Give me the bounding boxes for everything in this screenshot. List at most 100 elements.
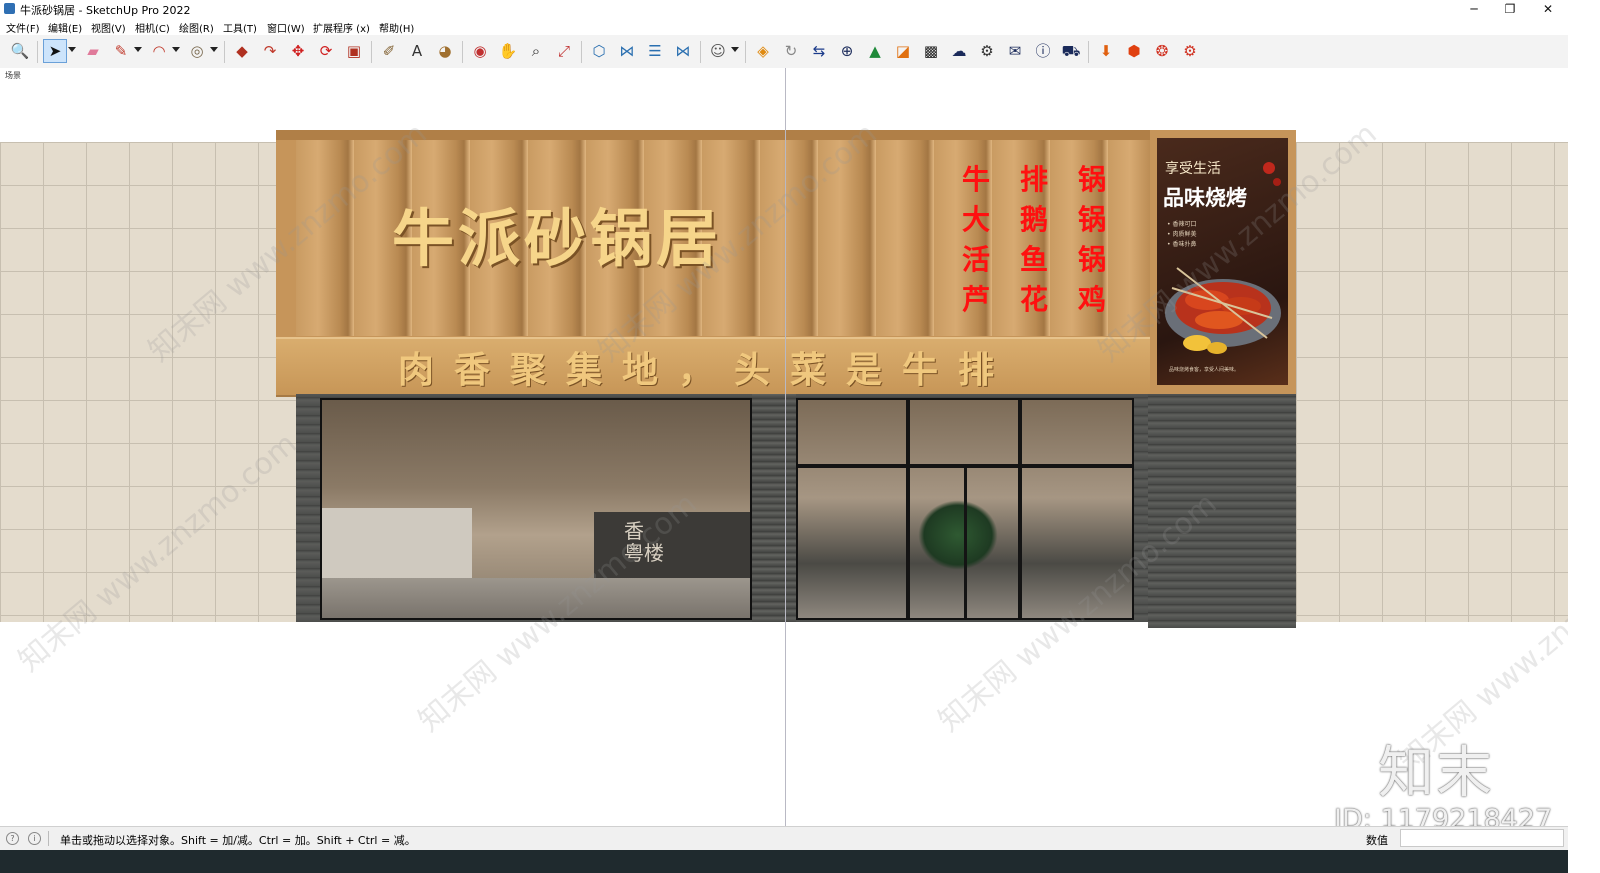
slogan-text: 肉香聚集地，头菜是牛排 — [398, 349, 1015, 391]
poster-bullet: • 香味扑鼻 — [1167, 241, 1197, 248]
door-mullion — [1018, 400, 1022, 618]
restaurant-name-sign: 牛派砂锅居 — [392, 202, 723, 275]
status-bar: ? i 单击或拖动以选择对象。Shift = 加/减。Ctrl = 加。Shif… — [0, 826, 1568, 851]
minimize-button[interactable]: ─ — [1458, 0, 1490, 18]
measurements-label: 数值 — [1366, 834, 1388, 847]
rotate-icon[interactable]: ⟳ — [314, 39, 338, 63]
bbq-poster: 享受生活 品味烧烤 • 香辣可口 • 肉质鲜美 • 香味扑鼻 品味烧烤食客，享受… — [1157, 138, 1288, 385]
model-id-watermark: ID: 1179218427 — [1334, 804, 1553, 826]
status-hint: 单击或拖动以选择对象。Shift = 加/减。Ctrl = 加。Shift + … — [60, 834, 416, 847]
3d-warehouse-icon[interactable]: ⬡ — [587, 39, 611, 63]
pan-icon[interactable]: ✋ — [496, 39, 520, 63]
interior-floor — [322, 578, 750, 618]
poster-bullet: • 肉质鲜美 — [1167, 231, 1197, 238]
znzmo-logo-watermark: 知末 — [1378, 741, 1494, 806]
follow-me-icon[interactable]: ↷ — [258, 39, 282, 63]
menu-edit[interactable]: 编辑(E) — [48, 20, 82, 35]
account-icon[interactable]: ☺ — [706, 39, 730, 63]
poster-subtitle: 享受生活 — [1165, 161, 1221, 177]
extension-manager-icon[interactable]: ⋈ — [671, 39, 695, 63]
left-tile-wall — [0, 142, 296, 622]
scale-icon[interactable]: ▣ — [342, 39, 366, 63]
stone-pillar — [752, 394, 796, 622]
cart-icon[interactable]: ⛟ — [1059, 39, 1083, 63]
menu-bar: 文件(F) 编辑(E) 视图(V) 相机(C) 绘图(R) 工具(T) 窗口(W… — [0, 18, 1568, 35]
status-divider — [48, 831, 49, 846]
credits-icon[interactable]: i — [28, 832, 41, 845]
toolbar-separator — [700, 41, 701, 63]
tree-icon[interactable]: ▲ — [863, 39, 887, 63]
stone-clad-wall — [1148, 394, 1296, 628]
settings-gear-icon[interactable]: ⚙ — [975, 39, 999, 63]
refresh-icon[interactable]: ↻ — [779, 39, 803, 63]
main-toolbar: 🔍 ➤ ▰ ✎ ◠ ◎ ◆ ↷ ✥ ⟳ ▣ ✐ A ◕ ◉ ✋ ⌕ ⤢ ⬡ ⋈ ☰ ⋈ ☺ ◈ ↻ ⇆ ⊕ ▲ ◪ ▩ ☁ ⚙ ✉ ⓘ ⛟ ⬇ ⬢ ❂ ⚙ — [0, 35, 1568, 69]
text-tool-icon[interactable]: A — [405, 39, 429, 63]
title-bar: 牛派砂锅居 - SketchUp Pro 2022 ─ ❐ ✕ — [0, 0, 1568, 18]
zoom-icon[interactable]: ⌕ — [524, 39, 548, 63]
scene-tab-label[interactable]: 场景 — [5, 70, 21, 81]
door-mullion — [906, 400, 910, 618]
dish-line: 牛排锅 — [962, 163, 1137, 196]
plugin-box-icon[interactable]: ⬢ — [1122, 39, 1146, 63]
orbit-icon[interactable]: ◉ — [468, 39, 492, 63]
paint-bucket-icon[interactable]: ◕ — [433, 39, 457, 63]
add-circle-icon[interactable]: ⊕ — [835, 39, 859, 63]
zoom-extents-icon[interactable]: 🔍 — [8, 39, 32, 63]
right-tile-wall — [1296, 142, 1568, 622]
cloud-icon[interactable]: ☁ — [947, 39, 971, 63]
dish-line: 活鱼锅 — [962, 243, 1137, 276]
dropdown-arrow-icon[interactable] — [134, 47, 142, 52]
taskbar-strip — [0, 850, 1568, 873]
plugin-export-icon[interactable]: ◈ — [751, 39, 775, 63]
close-button[interactable]: ✕ — [1532, 0, 1564, 18]
geo-location-icon[interactable]: ? — [6, 832, 19, 845]
dropdown-arrow-icon[interactable] — [731, 47, 739, 52]
mail-icon[interactable]: ✉ — [1003, 39, 1027, 63]
menu-window[interactable]: 窗口(W) — [267, 20, 305, 35]
dropdown-arrow-icon[interactable] — [210, 47, 218, 52]
shape-icon[interactable]: ◎ — [185, 39, 209, 63]
arc-icon[interactable]: ◠ — [147, 39, 171, 63]
dropdown-arrow-icon[interactable] — [68, 47, 76, 52]
dropdown-arrow-icon[interactable] — [172, 47, 180, 52]
tape-measure-icon[interactable]: ✐ — [377, 39, 401, 63]
info-icon[interactable]: ⓘ — [1031, 39, 1055, 63]
plugin-swap-icon[interactable]: ⇆ — [807, 39, 831, 63]
toolbar-separator — [1088, 41, 1089, 63]
menu-draw[interactable]: 绘图(R) — [179, 20, 214, 35]
menu-camera[interactable]: 相机(C) — [135, 20, 170, 35]
select-tool-icon[interactable]: ➤ — [43, 39, 67, 63]
entrance-glass-door — [796, 398, 1134, 620]
eraser-icon[interactable]: ▰ — [81, 39, 105, 63]
model-viewport[interactable]: 场景 牛派砂锅居 牛排锅 大鹅锅 活鱼锅 芦花鸡 肉香聚集地，头菜是牛排 享受生… — [0, 68, 1568, 826]
plugin-import-icon[interactable]: ⬇ — [1094, 39, 1118, 63]
poster-bullet: • 香辣可口 — [1167, 221, 1197, 228]
menu-help[interactable]: 帮助(H) — [379, 20, 414, 35]
menu-extensions[interactable]: 扩展程序 (x) — [313, 20, 370, 35]
sketchup-app-icon — [4, 3, 15, 14]
move-icon[interactable]: ✥ — [286, 39, 310, 63]
green-axis-line — [785, 68, 786, 826]
menu-view[interactable]: 视图(V) — [91, 20, 126, 35]
signboard-top-trim — [276, 130, 1156, 140]
zoom-window-icon[interactable]: ⤢ — [552, 39, 576, 63]
push-pull-icon[interactable]: ◆ — [230, 39, 254, 63]
stairs-icon[interactable]: ◪ — [891, 39, 915, 63]
poster-title: 品味烧烤 — [1163, 185, 1247, 210]
menu-file[interactable]: 文件(F) — [6, 20, 40, 35]
plugin-settings-icon[interactable]: ⚙ — [1178, 39, 1202, 63]
layout-icon[interactable]: ☰ — [643, 39, 667, 63]
indoor-pine-tree — [918, 500, 998, 570]
measurements-input[interactable] — [1400, 829, 1564, 847]
reception-counter — [594, 512, 750, 578]
dish-menu-sign: 牛排锅 大鹅锅 活鱼锅 芦花鸡 — [962, 160, 1136, 320]
checker-icon[interactable]: ▩ — [919, 39, 943, 63]
maximize-button[interactable]: ❐ — [1494, 0, 1526, 18]
door-handle-bar — [964, 468, 967, 618]
extension-warehouse-icon[interactable]: ⋈ — [615, 39, 639, 63]
pencil-icon[interactable]: ✎ — [109, 39, 133, 63]
menu-tools[interactable]: 工具(T) — [223, 20, 257, 35]
poster-footer: 品味烧烤食客，享受人间美味。 — [1169, 367, 1240, 373]
toolbar-separator — [462, 41, 463, 63]
plugin-render-icon[interactable]: ❂ — [1150, 39, 1174, 63]
